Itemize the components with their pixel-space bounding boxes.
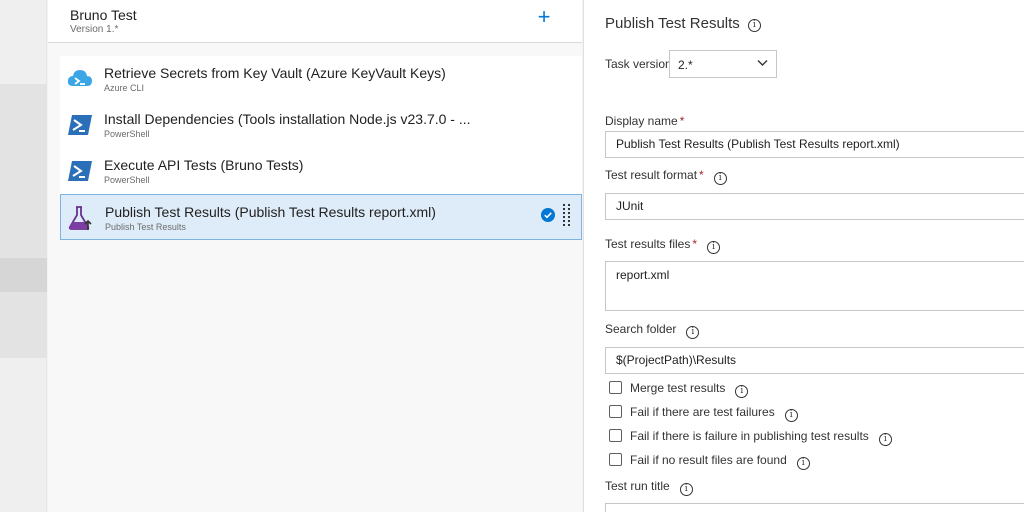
checkbox-fail-on-test-failures[interactable]: Fail if there are test failures i xyxy=(609,405,798,422)
search-folder-label: Search folder i xyxy=(605,322,700,339)
checkbox-label: Fail if no result files are found xyxy=(630,453,787,467)
info-icon[interactable]: i xyxy=(747,19,761,32)
pipeline-panel: Bruno Test Version 1.* + Retrieve Secret… xyxy=(48,0,582,512)
powershell-icon xyxy=(68,115,92,135)
pipeline-version: Version 1.* xyxy=(70,24,119,35)
task-item-execute-api-tests[interactable]: Execute API Tests (Bruno Tests) PowerShe… xyxy=(60,148,582,194)
test-run-title-input[interactable] xyxy=(605,503,1024,512)
task-item-install-dependencies[interactable]: Install Dependencies (Tools installation… xyxy=(60,102,582,148)
required-marker: * xyxy=(692,237,698,251)
test-results-files-textarea[interactable]: report.xml xyxy=(605,261,1024,311)
rail-section-active xyxy=(0,258,47,292)
pipeline-header: Bruno Test Version 1.* + xyxy=(48,0,582,43)
required-marker: * xyxy=(679,114,685,128)
task-item-retrieve-secrets[interactable]: Retrieve Secrets from Key Vault (Azure K… xyxy=(60,56,582,102)
task-type: PowerShell xyxy=(104,175,150,185)
info-icon[interactable]: i xyxy=(878,433,892,446)
checkbox[interactable] xyxy=(609,429,622,442)
display-name-label-text: Display name xyxy=(605,114,678,128)
task-type: PowerShell xyxy=(104,129,150,139)
checkbox[interactable] xyxy=(609,405,622,418)
info-icon[interactable]: i xyxy=(713,172,727,185)
format-label-text: Test result format xyxy=(605,168,698,182)
task-list: Retrieve Secrets from Key Vault (Azure K… xyxy=(60,56,582,240)
checkbox-merge-test-results[interactable]: Merge test results i xyxy=(609,381,749,398)
checkbox-label: Merge test results xyxy=(630,381,726,395)
task-item-publish-test-results[interactable]: Publish Test Results (Publish Test Resul… xyxy=(60,194,582,240)
test-result-format-label: Test result format * i xyxy=(605,168,727,185)
files-label-text: Test results files xyxy=(605,237,691,251)
rail-section xyxy=(0,292,47,358)
info-icon[interactable]: i xyxy=(686,326,700,339)
left-nav-rail xyxy=(0,0,47,512)
checkbox-label: Fail if there are test failures xyxy=(630,405,775,419)
drag-handle-icon[interactable] xyxy=(563,204,571,228)
search-folder-label-text: Search folder xyxy=(605,322,677,336)
display-name-input[interactable]: Publish Test Results (Publish Test Resul… xyxy=(605,131,1024,158)
info-icon[interactable]: i xyxy=(679,483,693,496)
display-name-label: Display name * xyxy=(605,114,684,128)
rail-section xyxy=(0,84,47,258)
required-marker: * xyxy=(699,168,704,182)
chevron-down-icon xyxy=(757,60,768,66)
task-version-label: Task version xyxy=(605,57,672,71)
task-type: Publish Test Results xyxy=(105,222,186,232)
search-folder-input[interactable]: $(ProjectPath)\Results xyxy=(605,347,1024,374)
task-name: Publish Test Results (Publish Test Resul… xyxy=(105,204,436,220)
panel-title-row: Publish Test Results i xyxy=(605,15,761,32)
add-task-button[interactable]: + xyxy=(533,6,555,29)
checkbox-fail-on-publish-failure[interactable]: Fail if there is failure in publishing t… xyxy=(609,429,892,446)
task-name: Execute API Tests (Bruno Tests) xyxy=(104,157,304,173)
task-name: Install Dependencies (Tools installation… xyxy=(104,111,471,127)
run-title-label-text: Test run title xyxy=(605,479,670,493)
info-icon[interactable]: i xyxy=(784,409,798,422)
test-results-files-label: Test results files * i xyxy=(605,237,721,254)
test-run-title-label: Test run title i xyxy=(605,479,693,496)
task-name: Retrieve Secrets from Key Vault (Azure K… xyxy=(104,65,446,81)
checkbox[interactable] xyxy=(609,381,622,394)
checkbox-fail-no-result-files[interactable]: Fail if no result files are found i xyxy=(609,453,810,470)
check-circle-icon xyxy=(541,208,555,222)
info-icon[interactable]: i xyxy=(735,385,749,398)
panel-title: Publish Test Results xyxy=(605,15,740,32)
checkbox-label: Fail if there is failure in publishing t… xyxy=(630,429,869,443)
info-icon[interactable]: i xyxy=(707,241,721,254)
publish-test-results-icon xyxy=(68,206,92,230)
powershell-icon xyxy=(68,161,92,181)
task-type: Azure CLI xyxy=(104,83,145,93)
test-result-format-select[interactable]: JUnit xyxy=(605,193,1024,220)
checkbox[interactable] xyxy=(609,453,622,466)
azure-cli-icon xyxy=(67,70,92,86)
pipeline-title: Bruno Test xyxy=(70,7,137,23)
task-config-panel: Publish Test Results i Task version 2.* D… xyxy=(583,0,1024,512)
task-version-select[interactable]: 2.* xyxy=(669,50,777,78)
task-version-value: 2.* xyxy=(678,58,693,72)
info-icon[interactable]: i xyxy=(796,457,810,470)
